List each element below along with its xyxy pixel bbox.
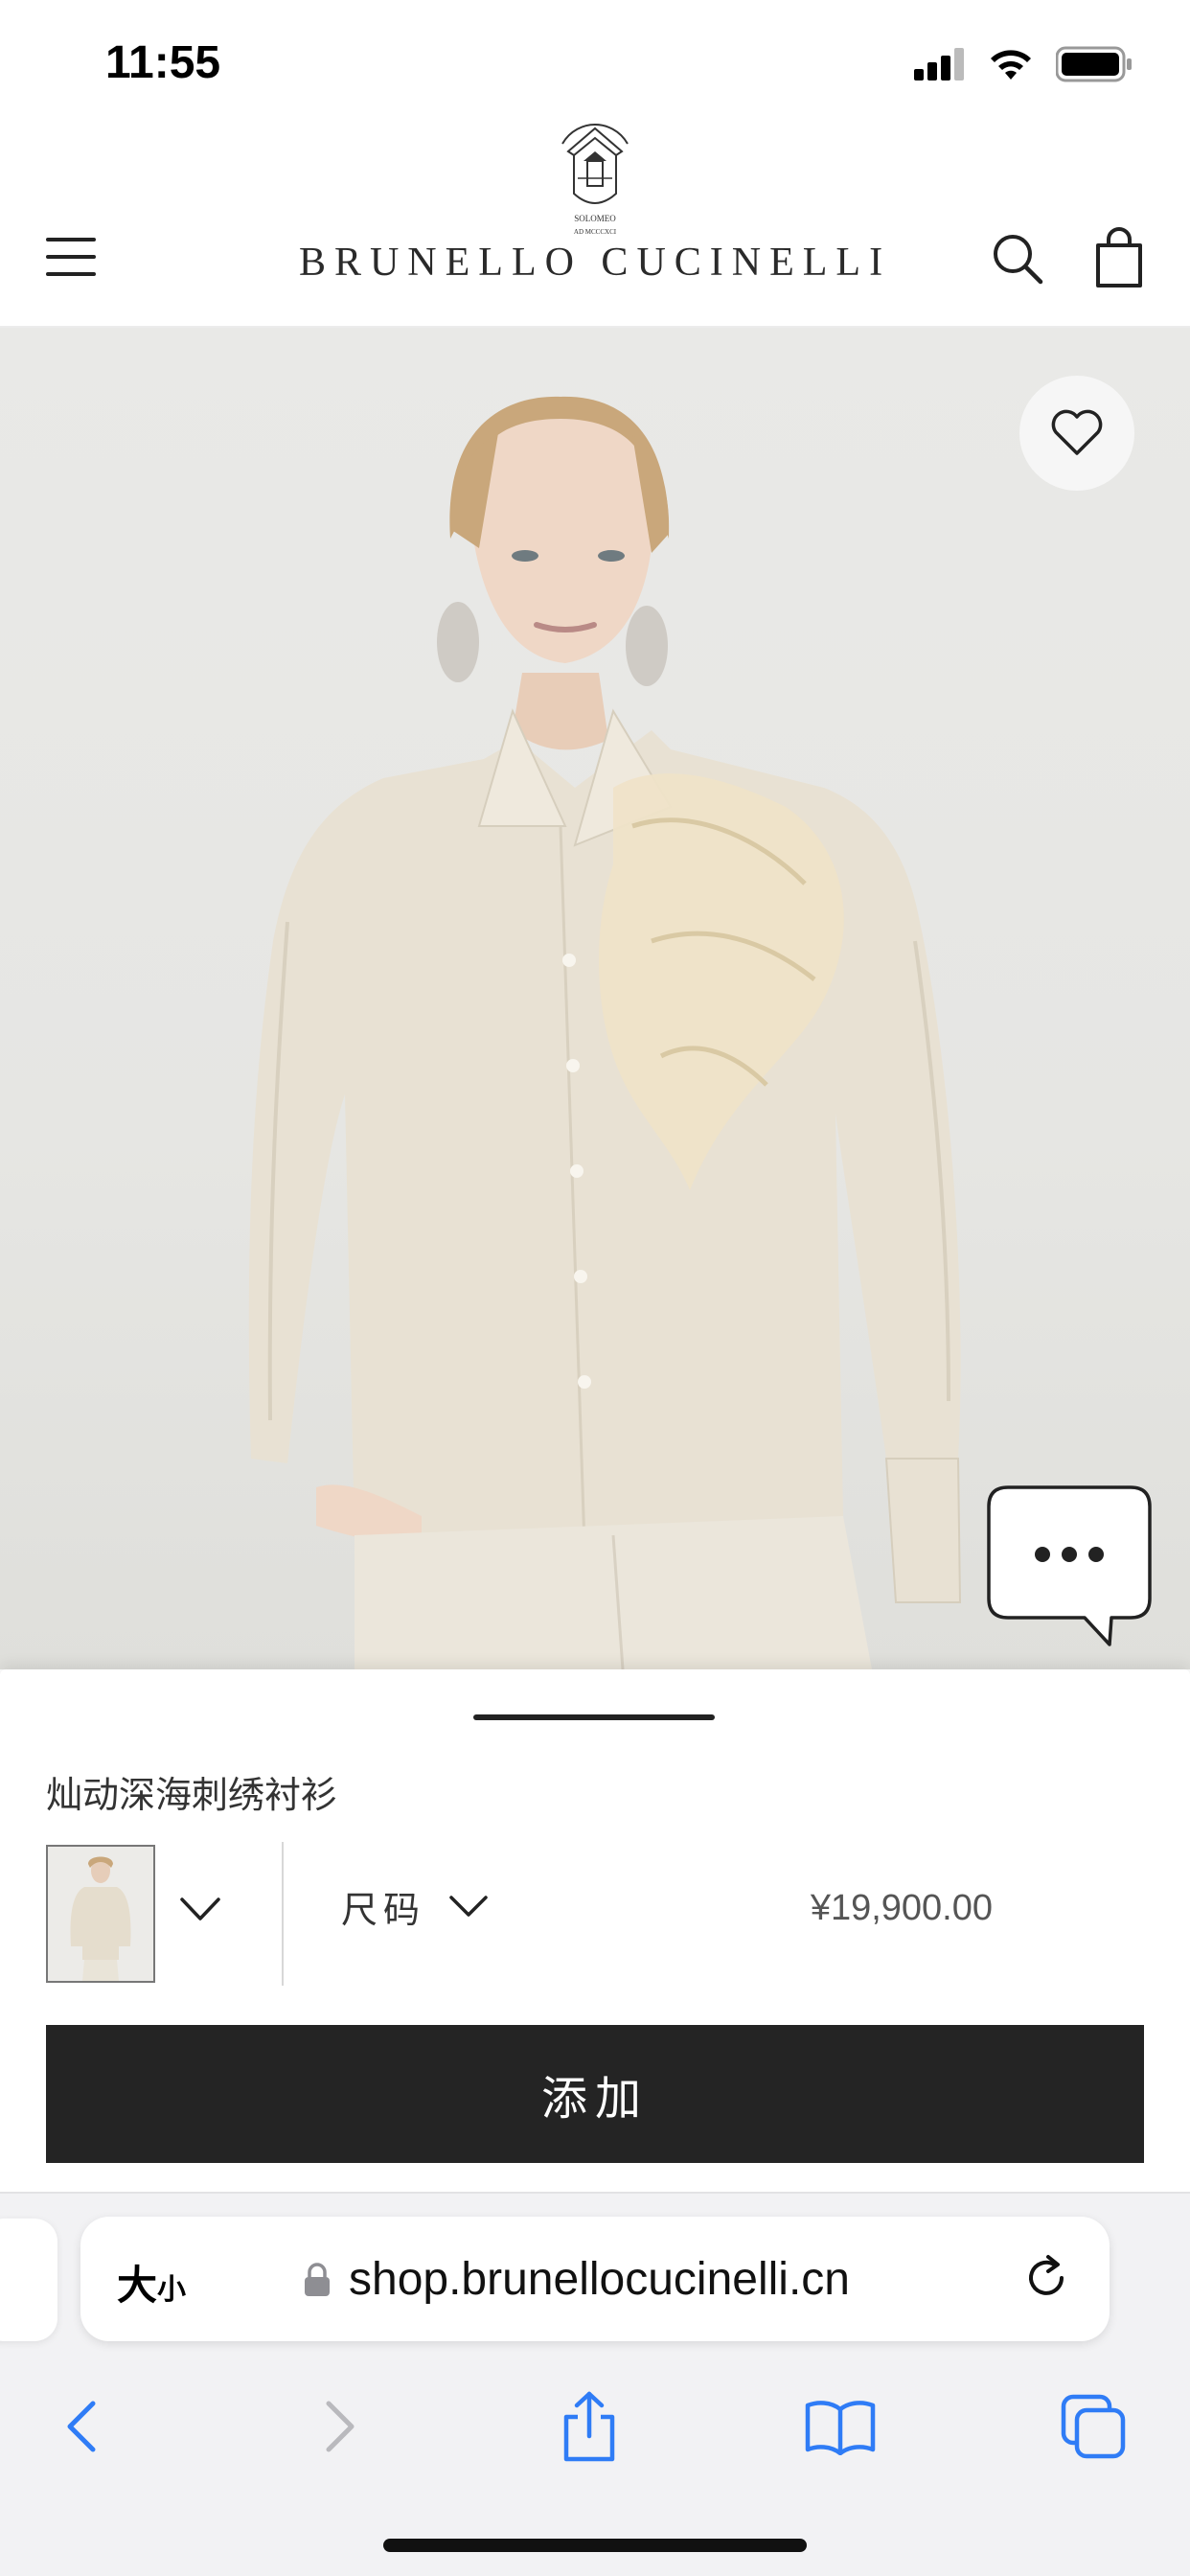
cellular-signal-icon [914, 48, 964, 80]
product-bottom-sheet: 灿动深海刺绣衬衫 尺码 ¥19,900.00 添加 [0, 1669, 1190, 2192]
url-text: shop.brunellocucinelli.cn [349, 2254, 850, 2305]
browser-toolbar [0, 2383, 1190, 2470]
chevron-down-icon[interactable] [176, 1892, 224, 1926]
color-variant-thumbnail[interactable] [46, 1845, 155, 1983]
shopping-bag-icon[interactable] [1090, 226, 1148, 289]
address-bar[interactable]: 大小 shop.brunellocucinelli.cn [80, 2217, 1110, 2341]
book-icon [805, 2401, 876, 2455]
size-selector[interactable]: 尺码 [341, 1882, 491, 1931]
sheet-drag-handle[interactable] [473, 1714, 715, 1720]
chevron-right-icon [326, 2401, 355, 2452]
brand-emblem-logo[interactable]: SOLOMEO AD MCCCXCI [549, 123, 641, 238]
search-icon[interactable] [989, 230, 1046, 288]
variant-thumbnail-image [48, 1847, 153, 1981]
wifi-icon [991, 50, 1031, 80]
url-display[interactable]: shop.brunellocucinelli.cn [303, 2253, 850, 2306]
forward-button[interactable] [297, 2383, 383, 2470]
product-image[interactable] [0, 328, 1190, 1669]
home-indicator[interactable] [383, 2539, 807, 2552]
status-time: 11:55 [105, 37, 221, 88]
heart-icon [1051, 409, 1103, 455]
product-title: 灿动深海刺绣衬衫 [46, 1776, 338, 1816]
reload-icon[interactable] [1018, 2249, 1075, 2307]
bookmarks-button[interactable] [797, 2383, 883, 2470]
share-button[interactable] [546, 2383, 632, 2470]
status-bar: 11:55 [0, 0, 1190, 115]
add-to-bag-button[interactable]: 添加 [46, 2025, 1144, 2163]
share-icon [563, 2391, 615, 2462]
back-button[interactable] [38, 2383, 125, 2470]
product-photo-model [248, 396, 962, 1669]
wishlist-button[interactable] [1019, 376, 1134, 491]
battery-icon [1056, 46, 1132, 82]
site-header: SOLOMEO AD MCCCXCI BRUNELLO CUCINELLI [0, 115, 1190, 328]
chat-bubble-icon[interactable] [985, 1485, 1154, 1648]
chevron-left-icon [67, 2401, 96, 2452]
product-price: ¥19,900.00 [810, 1888, 993, 1928]
tabs-button[interactable] [1050, 2383, 1136, 2470]
lock-icon [305, 2262, 330, 2296]
browser-chrome: 大小 shop.brunellocucinelli.cn [0, 2192, 1190, 2576]
previous-tab-preview[interactable] [0, 2219, 57, 2341]
divider [282, 1842, 284, 1986]
tabs-icon [1061, 2394, 1126, 2459]
size-label: 尺码 [341, 1890, 426, 1931]
logo-text: SOLOMEO [574, 214, 616, 223]
text-size-button[interactable]: 大小 [117, 2253, 186, 2312]
status-icons [914, 42, 1133, 86]
chevron-down-icon [449, 1896, 488, 1917]
logo-subtext: AD MCCCXCI [574, 228, 617, 236]
